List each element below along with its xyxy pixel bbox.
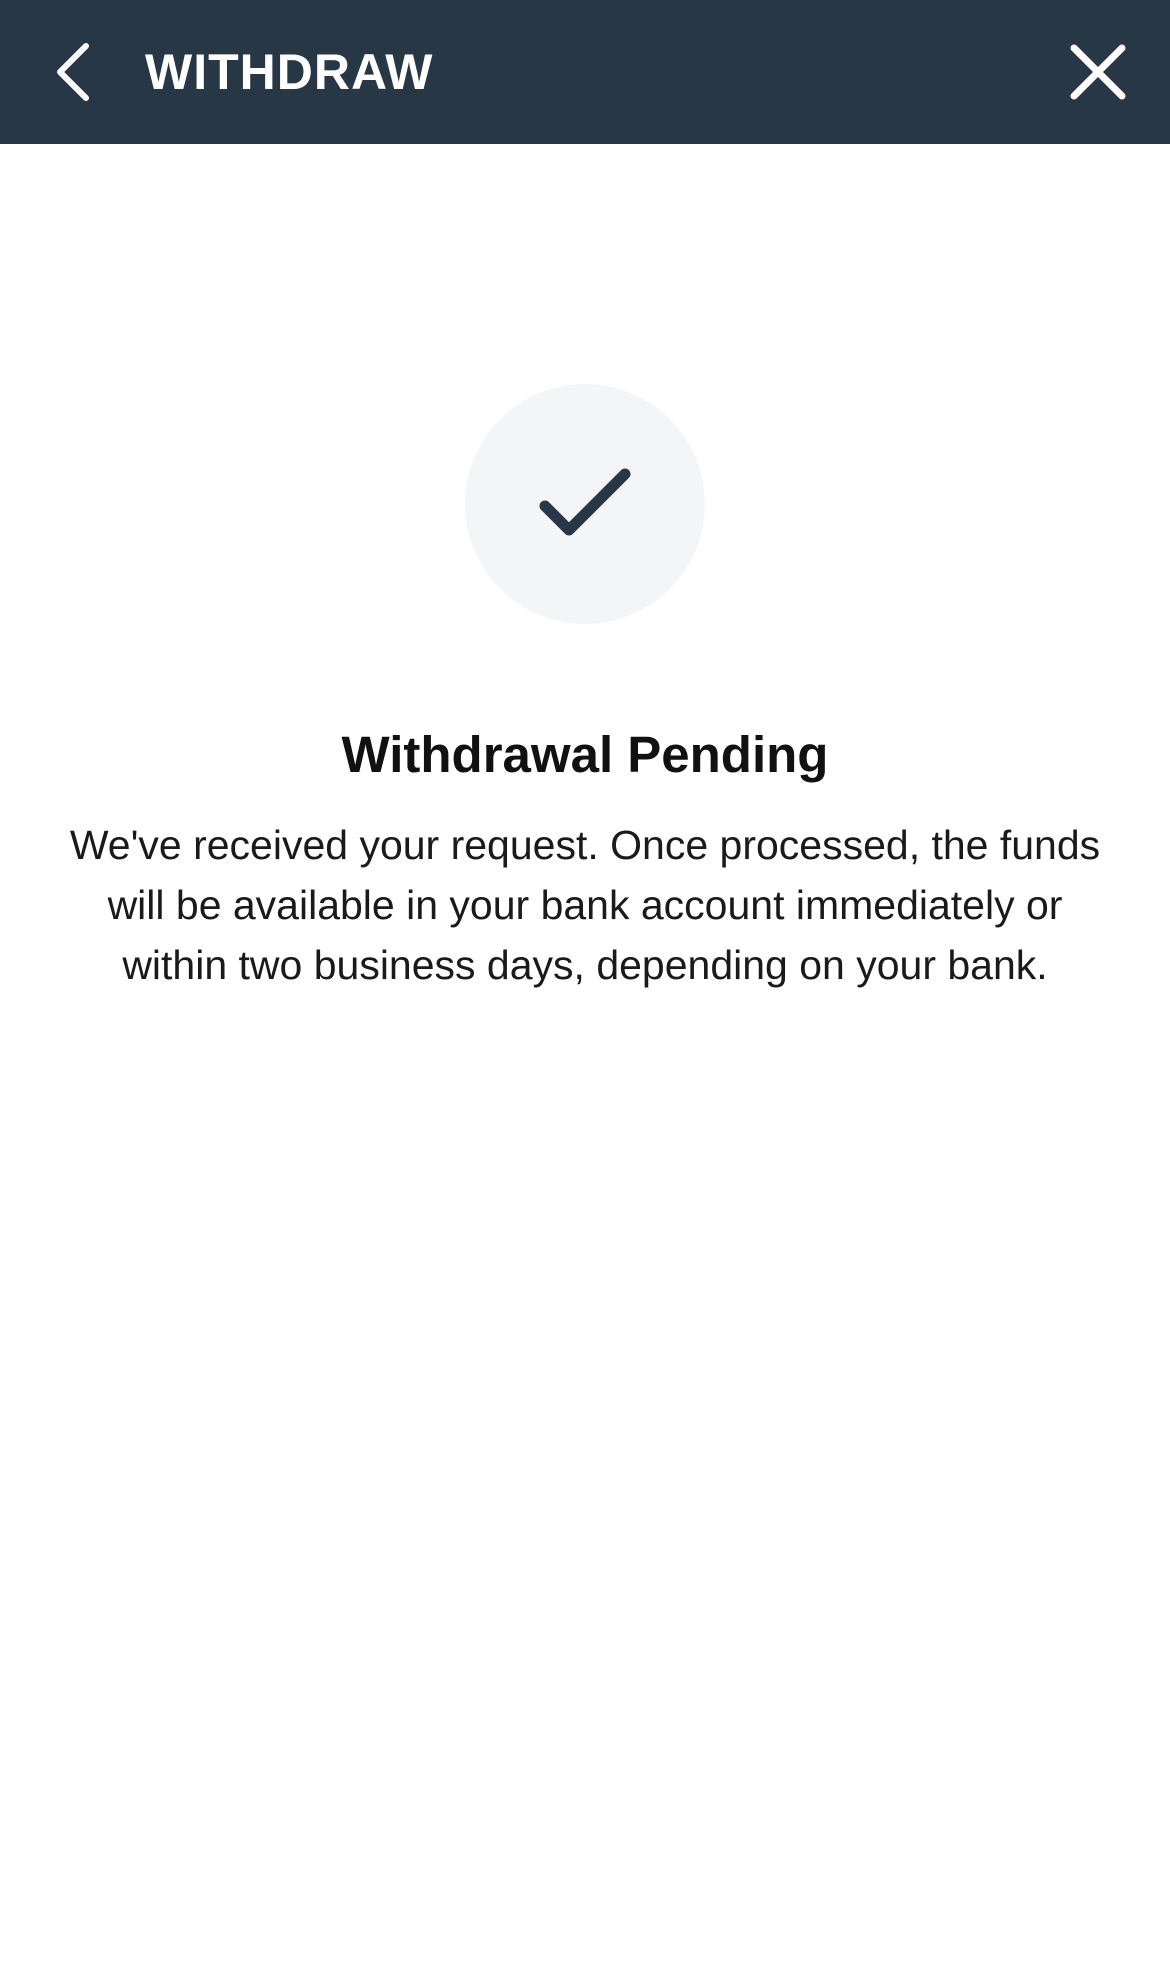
close-button[interactable] — [1058, 32, 1138, 112]
status-title: Withdrawal Pending — [341, 726, 829, 783]
app-header: WITHDRAW — [0, 0, 1170, 144]
withdraw-confirmation-screen: WITHDRAW Withdrawal Pending We've receiv… — [0, 0, 1170, 1973]
close-icon — [1070, 44, 1126, 100]
status-message: We've received your request. Once proces… — [69, 822, 1101, 988]
page-title: WITHDRAW — [145, 44, 434, 100]
chevron-left-icon — [57, 43, 89, 101]
status-icon-badge — [465, 384, 705, 624]
checkmark-icon — [539, 468, 631, 536]
back-button[interactable] — [32, 32, 112, 112]
